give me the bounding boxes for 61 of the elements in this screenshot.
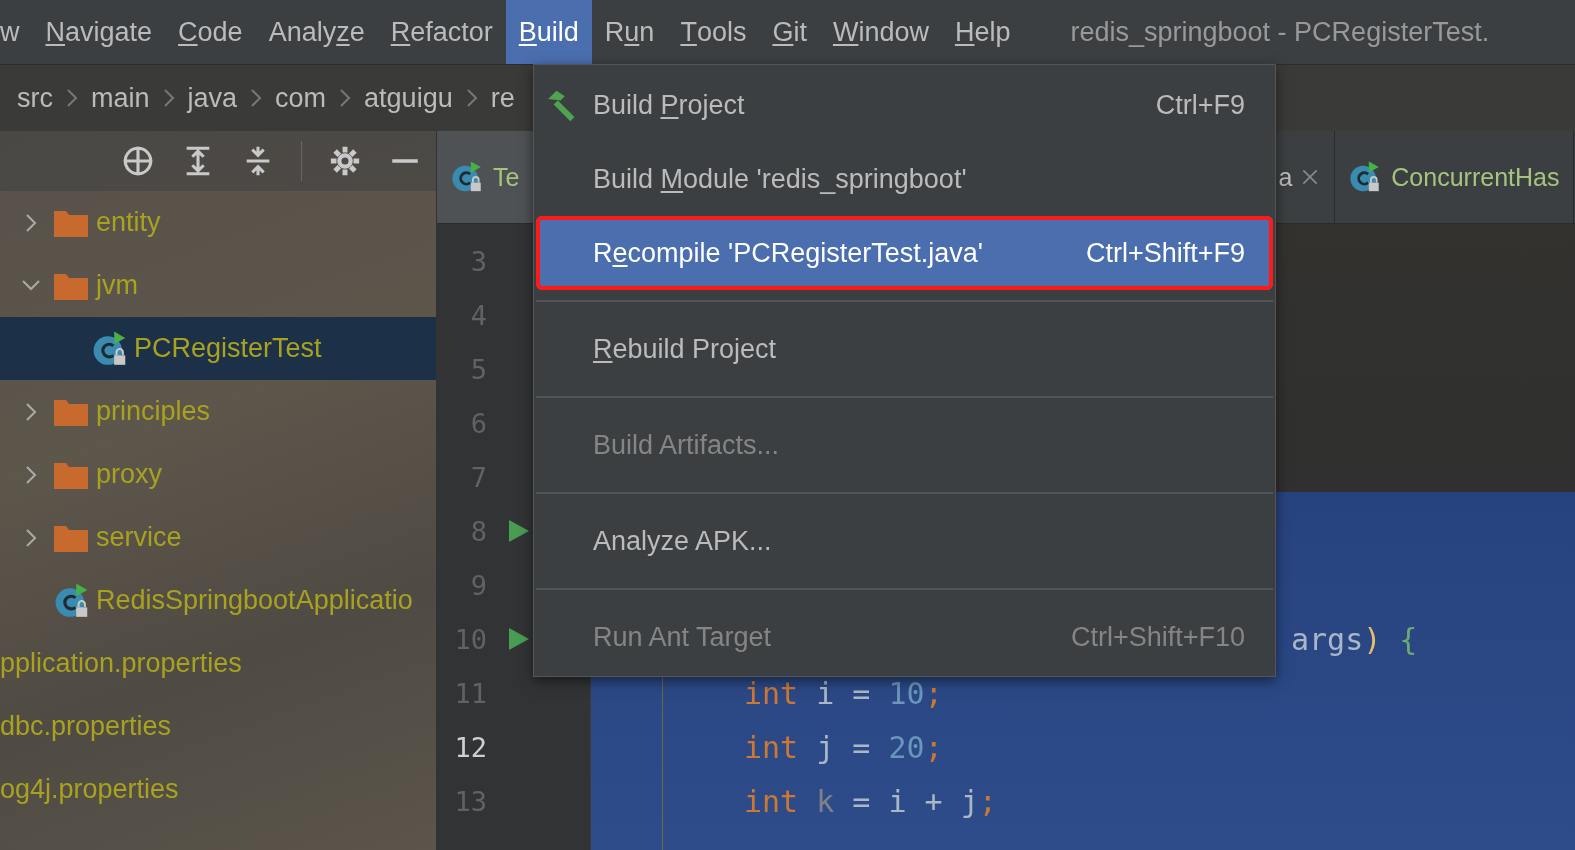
folder-icon (54, 460, 88, 489)
code-line: int i = 10; (744, 675, 943, 711)
menu-item[interactable]: Refactor (377, 0, 506, 64)
menu-item[interactable]: Build (505, 0, 592, 64)
breadcrumb[interactable]: java (187, 82, 238, 114)
chevron-icon (338, 87, 353, 109)
editor-tab[interactable]: ConcurrentHas (1335, 131, 1575, 223)
tree-label: PCRegisterTest (134, 333, 322, 364)
tree-row[interactable]: proxy (0, 443, 436, 506)
tree-row[interactable]: og4j.properties (0, 758, 436, 821)
tree-label: proxy (96, 459, 163, 490)
tree-row[interactable]: entity (0, 191, 436, 254)
tree-row[interactable]: dbc.properties (0, 695, 436, 758)
editor-tab[interactable]: Te (437, 131, 535, 223)
menu-item[interactable]: Window (819, 0, 942, 64)
tree-row[interactable]: RedisSpringbootApplicatio (0, 569, 436, 632)
menu-item[interactable]: Git (759, 0, 820, 64)
code-line: args) { (1291, 621, 1418, 657)
folder-icon (54, 523, 88, 552)
code-line: int j = 20; (744, 729, 943, 765)
chevron-icon (464, 87, 479, 109)
menu-item[interactable]: Run (591, 0, 668, 64)
tree-label: RedisSpringbootApplicatio (96, 585, 413, 616)
menu-item[interactable]: Code (165, 0, 256, 64)
code-line: int k = i + j; (744, 783, 997, 819)
breadcrumb[interactable]: atguigu (364, 82, 453, 114)
chevron-icon (249, 87, 264, 109)
tree-row[interactable]: pplication.properties (0, 632, 436, 695)
tree-label: entity (96, 207, 161, 238)
menu-item[interactable]: Analyze (255, 0, 378, 64)
run-icon[interactable] (507, 626, 531, 652)
line-number: 12 (453, 731, 487, 763)
folder-icon (54, 397, 88, 426)
menu-entry[interactable]: Recompile 'PCRegisterTest.java' Ctrl+Shift+F9 (536, 216, 1273, 290)
menu-entry[interactable]: Rebuild Project (536, 312, 1273, 386)
menu-entry[interactable]: Analyze APK... (536, 504, 1273, 578)
breadcrumb[interactable]: com (275, 82, 327, 114)
menu-item[interactable]: Tools (667, 0, 760, 64)
tree-row[interactable]: PCRegisterTest (0, 317, 436, 380)
tree-label: service (96, 522, 182, 553)
tree-label: og4j.properties (0, 774, 179, 805)
window-title: redis_springboot - PCRegisterTest. (1070, 15, 1490, 49)
run-icon[interactable] (507, 518, 531, 544)
chevron-icon (161, 87, 176, 109)
tree-label: dbc.properties (0, 711, 172, 742)
breadcrumb[interactable]: main (91, 82, 150, 114)
crosshair-icon[interactable] (121, 144, 155, 178)
menu-item[interactable]: w (0, 0, 33, 64)
tree-label: jvm (96, 270, 138, 301)
tree-row[interactable]: service (0, 506, 436, 569)
tree-row[interactable]: jvm (0, 254, 436, 317)
breadcrumb[interactable]: re (490, 82, 515, 114)
breadcrumb[interactable]: src (17, 82, 53, 114)
menu-item[interactable]: Navigate (32, 0, 166, 64)
folder-icon (54, 271, 88, 300)
folder-icon (54, 208, 88, 237)
tree-label: principles (96, 396, 211, 427)
menu-item[interactable]: Help (941, 0, 1024, 64)
settings-icon[interactable] (328, 144, 362, 178)
tree-label: pplication.properties (0, 648, 242, 679)
chevron-icon (65, 87, 79, 109)
